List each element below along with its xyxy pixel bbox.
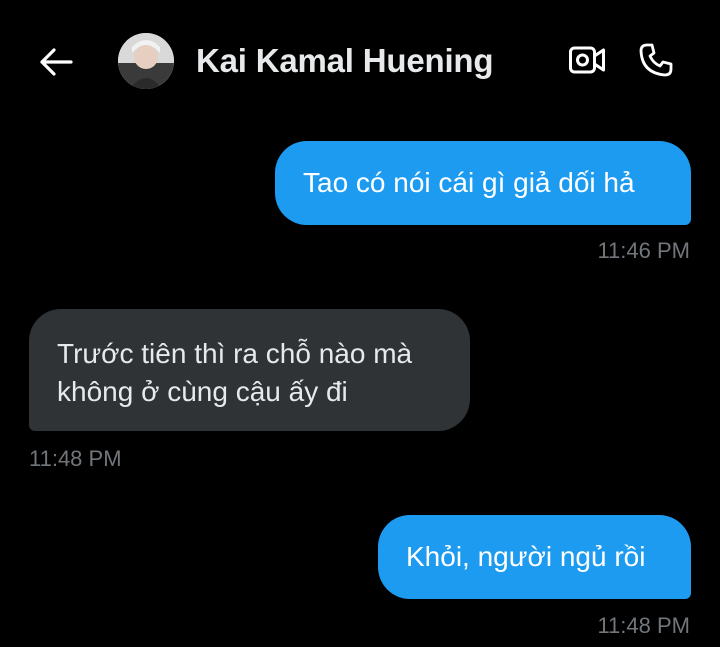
voice-call-button[interactable] [636,40,676,80]
avatar[interactable] [118,33,174,89]
chat-header: Kai Kamal Huening [0,0,720,120]
message-bubble-sent[interactable]: Khỏi, người ngủ rồi [378,515,691,599]
message-bubble-sent[interactable]: Tao có nói cái gì giả dối hả [275,141,691,225]
arrow-left-icon [40,48,73,76]
message-bubble-received[interactable]: Trước tiên thì ra chỗ nào mà không ở cùn… [29,309,470,431]
message-timestamp: 11:48 PM [597,613,690,638]
back-button[interactable] [36,42,76,82]
message-timestamp: 11:48 PM [29,446,122,471]
contact-name[interactable]: Kai Kamal Huening [196,42,494,80]
phone-icon [639,43,673,77]
message-timestamp: 11:46 PM [597,238,690,263]
video-camera-icon [569,46,605,74]
video-call-button[interactable] [566,42,608,78]
